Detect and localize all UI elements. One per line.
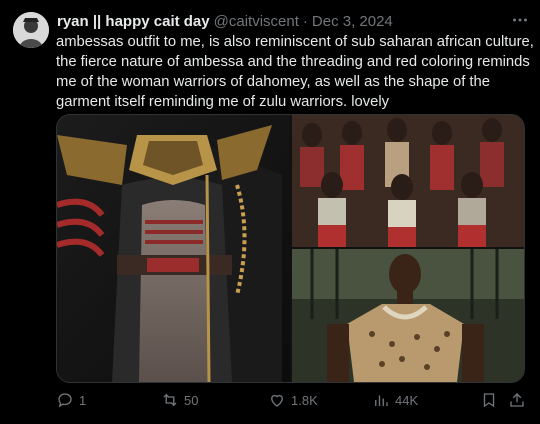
repost-icon: [161, 391, 179, 409]
bookmark-button[interactable]: [480, 388, 498, 412]
views-icon: [372, 391, 390, 409]
reply-button[interactable]: 1: [56, 388, 86, 412]
separator-dot: ·: [302, 12, 308, 30]
more-icon[interactable]: [510, 10, 530, 30]
share-icon: [508, 391, 526, 409]
avatar[interactable]: [13, 12, 49, 48]
character-outfit-image[interactable]: [57, 115, 290, 382]
zulu-warrior-image[interactable]: [292, 249, 524, 382]
repost-button[interactable]: 50: [161, 388, 198, 412]
tweet-text: ambessas outfit to me, is also reminisce…: [56, 34, 534, 110]
like-icon: [268, 391, 286, 409]
tweet-header: ryan || happy cait day @caitviscent · De…: [57, 11, 530, 31]
bookmark-icon: [480, 391, 498, 409]
display-name[interactable]: ryan || happy cait day: [57, 13, 210, 30]
user-handle[interactable]: @caitviscent: [214, 13, 299, 30]
like-count: 1.8K: [291, 392, 318, 408]
repost-count: 50: [184, 392, 199, 408]
views-count: 44K: [395, 392, 419, 408]
tweet-date[interactable]: Dec 3, 2024: [312, 13, 393, 30]
dahomey-warriors-image[interactable]: [292, 115, 524, 247]
action-bar: 1 50 1.8K 44K: [56, 388, 530, 412]
reply-icon: [56, 391, 74, 409]
share-button[interactable]: [508, 388, 526, 412]
like-button[interactable]: 1.8K: [268, 388, 318, 412]
reply-count: 1: [79, 392, 87, 408]
views-button[interactable]: 44K: [372, 388, 418, 412]
media-grid: [56, 114, 525, 383]
